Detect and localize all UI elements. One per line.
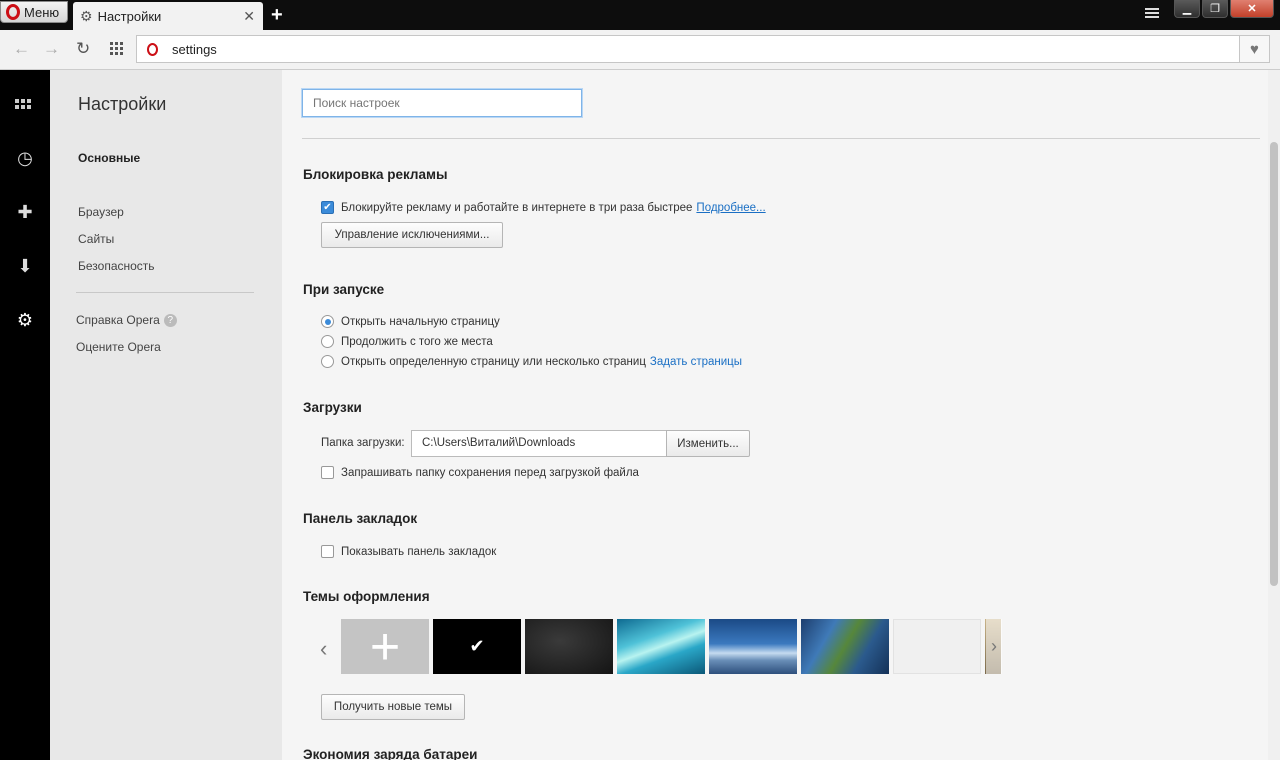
adblock-checkbox[interactable]: ✔: [321, 201, 334, 214]
minimize-button[interactable]: ▁: [1174, 0, 1200, 18]
settings-content: Блокировка рекламы ✔ Блокируйте рекламу …: [282, 70, 1268, 760]
ask-folder-label: Запрашивать папку сохранения перед загру…: [341, 466, 639, 479]
startup-option-row: Продолжить с того же места: [321, 335, 493, 348]
tab-menu-icon[interactable]: [1145, 8, 1159, 22]
theme-tile-aqua[interactable]: [617, 619, 705, 674]
address-toolbar: ← → ↻ settings ♥: [0, 30, 1280, 70]
forward-arrow-icon[interactable]: →: [43, 40, 60, 58]
page-title: Настройки: [78, 94, 167, 114]
tab-settings[interactable]: ⚙ Настройки ✕: [73, 2, 263, 30]
section-title-downloads: Загрузки: [303, 400, 362, 415]
section-title-battery: Экономия заряда батареи: [303, 747, 478, 760]
bookmarks-bar-checkbox[interactable]: [321, 545, 334, 558]
settings-nav: Настройки Основные Браузер Сайты Безопас…: [50, 70, 282, 760]
section-title-themes: Темы оформления: [303, 589, 430, 604]
new-tab-button[interactable]: +: [271, 4, 283, 26]
startup-radio-home[interactable]: [321, 315, 334, 328]
nav-item-basic[interactable]: Основные: [78, 151, 140, 165]
opera-logo-icon: [6, 4, 20, 20]
title-bar: Меню ⚙ Настройки ✕ + ▁ ❐ ✕: [0, 0, 1280, 30]
manage-exceptions-button[interactable]: Управление исключениями...: [321, 222, 503, 248]
menu-label: Меню: [24, 4, 60, 20]
downloads-icon[interactable]: ⬇: [15, 256, 35, 276]
nav-item-rate[interactable]: Оцените Opera: [76, 340, 161, 354]
divider: [302, 138, 1260, 139]
nav-item-help[interactable]: Справка Opera?: [76, 313, 177, 328]
startup-option-label: Открыть определенную страницу или нескол…: [341, 355, 646, 368]
bookmarks-bar-row: Показывать панель закладок: [321, 545, 496, 558]
reload-icon[interactable]: ↻: [76, 40, 90, 58]
get-themes-button[interactable]: Получить новые темы: [321, 694, 465, 720]
address-bar[interactable]: settings: [136, 35, 1240, 63]
startup-option-label: Продолжить с того же места: [341, 335, 493, 348]
add-theme-tile[interactable]: +: [341, 618, 429, 676]
download-folder-field[interactable]: C:\Users\Виталий\Downloads: [411, 430, 667, 457]
opera-page-icon: [147, 42, 158, 56]
sidebar: ◷ ✚ ⬇ ⚙: [0, 70, 50, 760]
download-folder-label: Папка загрузки:: [321, 437, 405, 449]
adblock-label: Блокируйте рекламу и работайте в интерне…: [341, 201, 693, 214]
nav-item-browser[interactable]: Браузер: [78, 205, 124, 219]
back-arrow-icon[interactable]: ←: [13, 40, 30, 58]
scrollbar[interactable]: [1268, 70, 1280, 760]
nav-item-security[interactable]: Безопасность: [78, 259, 155, 273]
scrollbar-thumb[interactable]: [1270, 142, 1278, 586]
change-folder-button[interactable]: Изменить...: [666, 430, 750, 457]
maximize-button[interactable]: ❐: [1202, 0, 1228, 18]
startup-option-label: Открыть начальную страницу: [341, 315, 500, 328]
speed-dial-icon[interactable]: [15, 96, 35, 116]
adblock-row: ✔ Блокируйте рекламу и работайте в интер…: [321, 201, 766, 214]
search-input[interactable]: [302, 89, 582, 117]
section-title-startup: При запуске: [303, 282, 385, 297]
theme-tile-graphite[interactable]: [525, 619, 613, 674]
startup-radio-specific[interactable]: [321, 355, 334, 368]
startup-option-row: Открыть начальную страницу: [321, 315, 500, 328]
theme-tile-dark-selected[interactable]: ✔: [433, 619, 521, 674]
nav-item-websites[interactable]: Сайты: [78, 232, 114, 246]
startup-radio-continue[interactable]: [321, 335, 334, 348]
theme-tile-feather[interactable]: [801, 619, 889, 674]
gear-icon: ⚙: [80, 7, 93, 24]
nav-divider: [76, 292, 254, 293]
close-tab-icon[interactable]: ✕: [243, 8, 255, 25]
bookmarks-bar-label: Показывать панель закладок: [341, 545, 497, 558]
window-controls: ▁ ❐ ✕: [1174, 0, 1274, 18]
section-title-adblock: Блокировка рекламы: [303, 167, 448, 182]
startup-option-row: Открыть определенную страницу или нескол…: [321, 355, 742, 368]
heart-icon[interactable]: ♥: [1240, 35, 1270, 63]
opera-menu-button[interactable]: Меню: [0, 1, 68, 23]
help-icon: ?: [163, 314, 177, 328]
theme-tile-light[interactable]: [893, 619, 981, 674]
set-pages-link[interactable]: Задать страницы: [650, 356, 742, 368]
speed-dial-grid-icon[interactable]: [110, 42, 123, 55]
settings-icon[interactable]: ⚙: [15, 310, 35, 330]
close-window-button[interactable]: ✕: [1230, 0, 1274, 18]
url-text: settings: [172, 41, 217, 57]
ask-folder-row: Запрашивать папку сохранения перед загру…: [321, 466, 639, 479]
theme-tile-mountains[interactable]: [709, 619, 797, 674]
more-link[interactable]: Подробнее...: [696, 202, 765, 214]
extensions-icon[interactable]: ✚: [15, 202, 35, 222]
history-icon[interactable]: ◷: [15, 148, 35, 168]
chevron-left-icon[interactable]: ‹: [320, 636, 327, 662]
section-title-bookmarks: Панель закладок: [303, 511, 418, 526]
tab-title: Настройки: [97, 8, 162, 24]
help-link-label: Справка Opera: [76, 313, 160, 327]
ask-folder-checkbox[interactable]: [321, 466, 334, 479]
chevron-right-icon[interactable]: ›: [986, 619, 1002, 674]
